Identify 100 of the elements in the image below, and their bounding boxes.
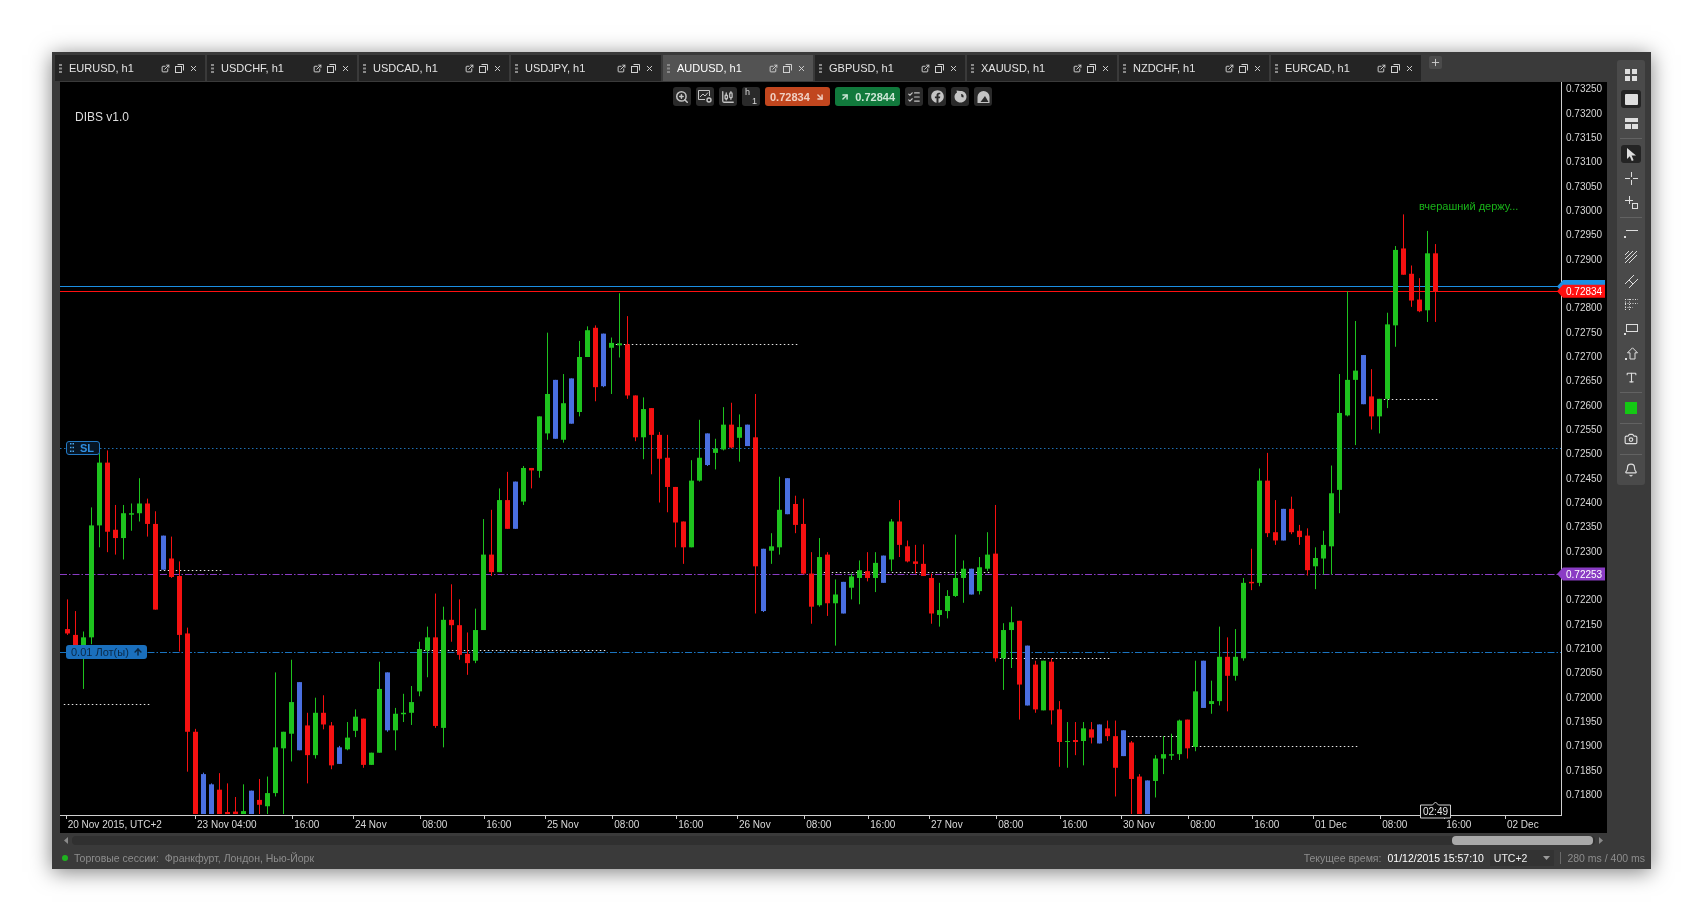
candle-body [681,521,686,548]
candle-wick [699,419,700,483]
chart-tab[interactable]: EURCAD, h1 [1271,55,1421,81]
timezone-dropdown[interactable]: UTC+2 [1489,850,1555,866]
candle-body [649,408,654,435]
candle-body [1041,660,1046,711]
popout-icon[interactable] [313,63,322,73]
scrollbar-thumb[interactable] [1452,835,1593,845]
price-axis-label: 0.73200 [1566,107,1603,119]
close-icon[interactable] [1405,63,1414,73]
candle-body [393,713,398,731]
chart-tab[interactable]: NZDCHF, h1 [1119,55,1269,81]
candle-body [817,557,822,606]
single-layout-button[interactable] [1621,90,1641,108]
candle-wick [619,292,620,358]
checklist-icon [907,89,921,104]
chart-tab[interactable]: EURUSD, h1 [55,55,205,81]
candle-body [353,716,358,731]
chart-tab[interactable]: GBPUSD, h1 [815,55,965,81]
restore-icon[interactable] [783,63,792,73]
rectangle-icon [1624,323,1638,335]
split-layout-icon [1624,117,1638,129]
diagonal-lines-icon [1624,250,1638,264]
candle-body [881,555,886,583]
price-axis-label: 0.72600 [1566,399,1603,411]
close-icon[interactable] [949,63,958,73]
popout-icon[interactable] [617,63,626,73]
candle-body [1321,544,1326,559]
new-tab-button[interactable] [1429,56,1442,69]
chart-tab[interactable]: USDCHF, h1 [207,55,357,81]
close-icon[interactable] [1253,63,1262,73]
candle-body [177,576,182,635]
scrollbar-track[interactable] [72,835,1595,845]
candle-wick [1371,368,1372,430]
candle-body [97,462,102,526]
price-axis-label: 0.72950 [1566,229,1603,241]
blob-button[interactable] [951,87,969,106]
candle-body [1417,299,1422,312]
popout-icon[interactable] [161,63,170,73]
candle-wick [1163,735,1164,775]
candle-wick [427,626,428,678]
level-price-tag: 0.72253 [1557,567,1605,581]
chart-tab[interactable]: USDCAD, h1 [359,55,509,81]
price-axis-label: 0.72550 [1566,424,1603,435]
chart-settings-button[interactable] [696,87,714,106]
restore-icon[interactable] [1087,63,1096,73]
sessions-list: Франкфурт, Лондон, Нью-Йорк [164,852,314,864]
chart-tab[interactable]: XAUUSD, h1 [967,55,1117,81]
popout-icon[interactable] [1225,63,1234,73]
candle-wick [955,534,956,598]
candle-body [953,577,958,596]
popout-icon[interactable] [769,63,778,73]
close-icon[interactable] [189,63,198,73]
buy-button[interactable]: 0.72844 [835,87,900,106]
candle-wick [915,544,916,575]
candle-body [897,521,902,545]
grip-icon [819,63,822,73]
indicator-label: DIBS v1.0 [75,110,130,124]
popout-icon[interactable] [1377,63,1386,73]
restore-icon[interactable] [631,63,640,73]
cursor-tool-button[interactable] [1621,145,1641,163]
timeframe-button[interactable]: h 1 [742,87,760,106]
close-icon[interactable] [493,63,502,73]
candle-wick [171,536,172,579]
candle-body [777,509,782,548]
candlestick-button[interactable] [719,87,737,106]
candle-body [841,581,846,614]
candle-body [793,504,798,525]
candle-body [1369,396,1374,417]
restore-icon[interactable] [935,63,944,73]
arrow-outline-icon [1624,346,1638,360]
restore-icon[interactable] [327,63,336,73]
candle-wick [355,708,356,738]
restore-icon[interactable] [1239,63,1248,73]
candle-wick [859,559,860,605]
close-icon[interactable] [797,63,806,73]
price-axis-label: 0.73050 [1566,180,1603,192]
dome-triangle-button[interactable] [974,87,992,106]
close-icon[interactable] [1101,63,1110,73]
stop-loss-label[interactable]: SL [66,440,100,455]
zoom-button[interactable] [673,87,691,106]
grip-icon [971,63,974,73]
restore-icon[interactable] [1391,63,1400,73]
candle-body [209,784,214,815]
chart-tab[interactable]: AUDUSD, h1 [663,55,813,81]
popout-icon[interactable] [1073,63,1082,73]
chart-tab[interactable]: USDJPY, h1 [511,55,661,81]
candle-body [929,577,934,614]
price-axis-label: 0.72400 [1566,497,1603,509]
close-icon[interactable] [645,63,654,73]
checklist-button[interactable] [905,87,923,106]
restore-icon[interactable] [175,63,184,73]
time-axis-label: 08:00 [614,819,640,830]
popout-icon[interactable] [465,63,474,73]
candle-body [577,357,582,412]
restore-icon[interactable] [479,63,488,73]
candle-body [113,529,118,539]
f-circle-button[interactable] [928,87,946,106]
popout-icon[interactable] [921,63,930,73]
close-icon[interactable] [341,63,350,73]
